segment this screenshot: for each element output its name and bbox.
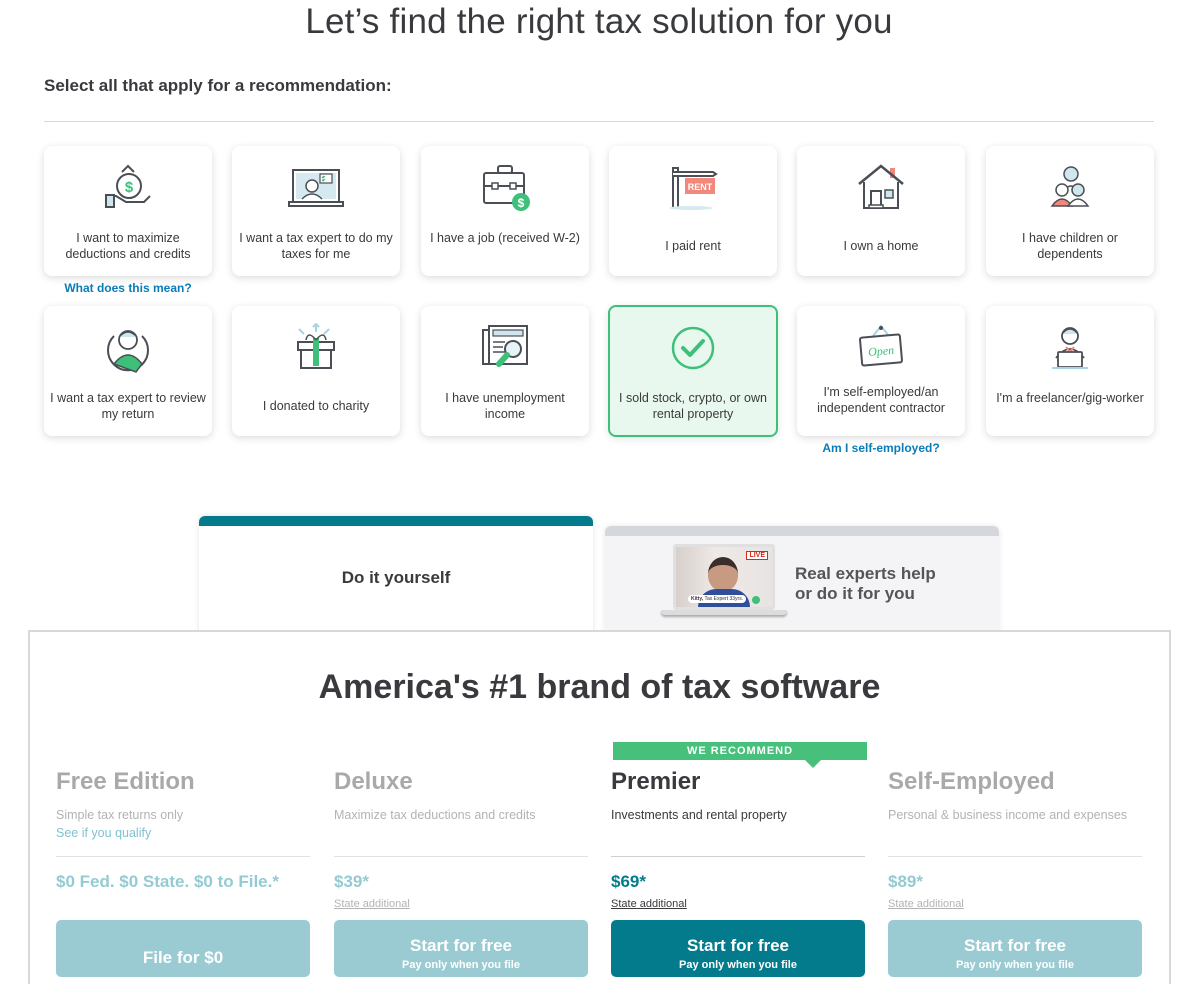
plan-description: Maximize tax deductions and credits [334,808,536,822]
plan-name: Deluxe [334,768,413,795]
option-label: I want to maximize deductions and credit… [65,231,191,261]
option-label: I sold stock, crypto, or own rental prop… [619,391,767,421]
see-if-you-qualify-link[interactable]: See if you qualify [56,826,310,840]
state-additional-link[interactable]: State additional [611,898,687,910]
tab-label: Do it yourself [341,568,451,587]
plan-description: Personal & business income and expenses [888,808,1128,822]
option-card-self-employed[interactable]: Open I'm self-employed/an independent co… [797,306,965,436]
plan-divider [611,856,865,857]
option-card-paid-rent[interactable]: RENT I paid rent [609,146,777,276]
expert-avatar-icon [100,322,156,376]
cta-label: Start for free [686,935,790,955]
rent-sign-icon: RENT [665,162,721,216]
svg-text:$: $ [518,196,525,210]
cta-sublabel: Pay only when you file [956,958,1074,971]
option-card-maximize-deductions[interactable]: $ I want to maximize deductions and cred… [44,146,212,276]
house-icon [853,162,909,216]
cta-sublabel: Pay only when you file [679,958,797,971]
option-label: I'm a freelancer/gig-worker [996,391,1144,405]
plan-description: Simple tax returns only [56,808,184,822]
person-laptop-icon [1042,322,1098,376]
option-label: I want a tax expert to review my return [50,391,206,421]
cta-label: Start for free [963,935,1067,955]
start-for-free-button-premier[interactable]: Start for free Pay only when you file [611,920,865,977]
tab-label-line: Real experts help [795,564,936,583]
svg-text:RENT: RENT [688,182,713,192]
phone-icon [752,596,760,604]
product-panel: America's #1 brand of tax software WE RE… [28,630,1171,984]
option-card-w2-job[interactable]: $ I have a job (received W-2) [421,146,589,276]
newspaper-magnifier-icon [477,322,533,376]
am-i-self-employed-link[interactable]: Am I self-employed? [797,441,965,455]
laptop-expert-icon [288,162,344,216]
plan-deluxe: Deluxe Maximize tax deductions and credi… [334,768,588,977]
recommend-label: WE RECOMMEND [686,745,794,757]
svg-text:$: $ [125,179,134,196]
file-for-0-button[interactable]: File for $0 [56,920,310,977]
plan-divider [888,856,1142,857]
plan-price: $89* [888,872,923,891]
badge-pointer [805,760,821,768]
plan-self-employed: Self-Employed Personal & business income… [888,768,1142,977]
plan-name: Premier [611,768,701,795]
plan-price: $0 Fed. $0 State. $0 to File.* [56,872,279,891]
cta-sublabel: Pay only when you file [402,958,520,971]
cta-label: File for $0 [142,947,224,967]
plan-name: Self-Employed [888,768,1055,795]
expert-role: Tax Expert 33yrs. [704,596,744,602]
option-label: I donated to charity [262,399,370,413]
option-label: I own a home [843,239,919,253]
option-label: I have children or dependents [1022,231,1118,261]
option-label: I have unemployment income [445,391,565,421]
briefcase-dollar-icon: $ [477,162,533,216]
plan-divider [334,856,588,857]
tab-label: Real experts help or do it for you [795,564,936,604]
option-card-expert-review[interactable]: I want a tax expert to review my return [44,306,212,436]
tab-do-it-yourself[interactable]: Do it yourself [199,516,593,636]
plan-name: Free Edition [56,768,195,795]
expert-photo [708,557,738,591]
option-card-children-dependents[interactable]: I have children or dependents [986,146,1154,276]
gift-icon [288,322,344,376]
plan-divider [56,856,310,857]
plan-price: $69* [611,872,646,891]
option-card-own-home[interactable]: I own a home [797,146,965,276]
live-badge: LIVE [746,551,768,560]
family-icon [1042,162,1098,216]
svg-text:Open: Open [868,343,895,359]
option-card-unemployment[interactable]: I have unemployment income [421,306,589,436]
plan-description: Investments and rental property [611,808,787,822]
option-label: I want a tax expert to do my taxes for m… [239,231,393,261]
open-sign-icon: Open [853,322,909,376]
page-title: Let’s find the right tax solution for yo… [305,2,893,41]
expert-video-thumbnail: LIVE Kitty, Tax Expert 33yrs. [661,544,787,622]
divider [44,121,1154,122]
plan-free-edition: Free Edition Simple tax returns only See… [56,768,310,977]
state-additional-link[interactable]: State additional [888,898,964,910]
option-card-sold-stock-crypto[interactable]: I sold stock, crypto, or own rental prop… [608,305,778,437]
option-card-donated-charity[interactable]: I donated to charity [232,306,400,436]
money-bag-hand-icon: $ [100,162,156,216]
option-card-expert-do-taxes[interactable]: I want a tax expert to do my taxes for m… [232,146,400,276]
what-does-this-mean-link[interactable]: What does this mean? [44,281,212,295]
tab-label-line: or do it for you [795,584,915,603]
checkmark-circle-icon [665,321,721,375]
selection-prompt: Select all that apply for a recommendati… [44,76,392,95]
expert-caption: Kitty, Tax Expert 33yrs. [688,595,747,603]
option-label: I paid rent [665,239,721,253]
we-recommend-badge: WE RECOMMEND [613,742,867,768]
option-card-freelancer[interactable]: I'm a freelancer/gig-worker [986,306,1154,436]
tab-real-experts[interactable]: LIVE Kitty, Tax Expert 33yrs. Real exper… [605,526,999,636]
plan-price: $39* [334,872,369,891]
start-for-free-button-deluxe[interactable]: Start for free Pay only when you file [334,920,588,977]
option-label: I have a job (received W-2) [430,231,580,245]
state-additional-link[interactable]: State additional [334,898,410,910]
panel-title: America's #1 brand of tax software [318,668,881,706]
start-for-free-button-self-employed[interactable]: Start for free Pay only when you file [888,920,1142,977]
expert-name: Kitty, [691,596,704,602]
cta-label: Start for free [409,935,513,955]
plan-premier: Premier Investments and rental property … [611,768,865,977]
option-label: I'm self-employed/an independent contrac… [817,385,945,415]
